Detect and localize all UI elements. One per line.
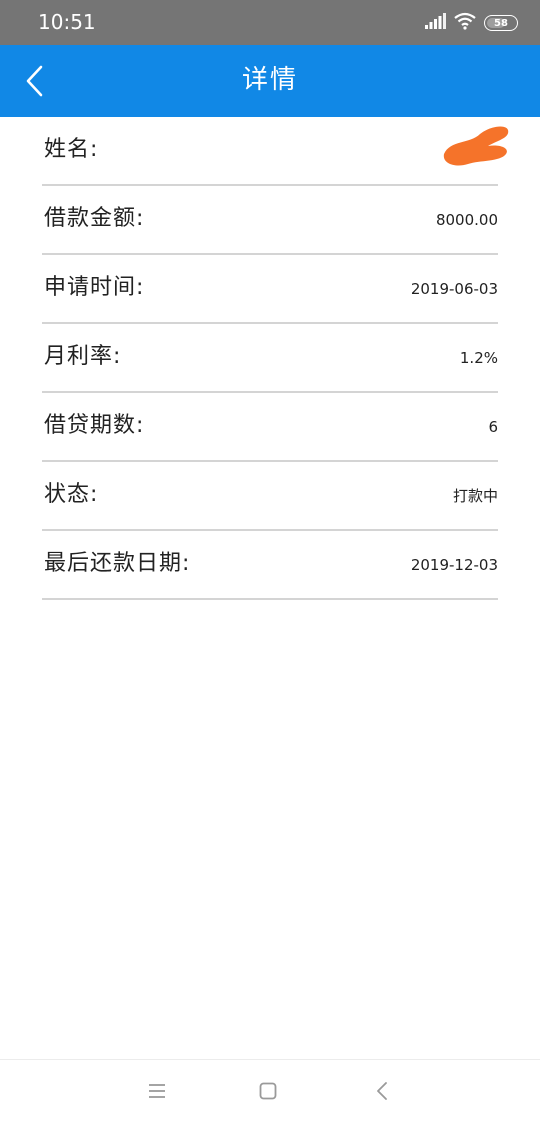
back-icon — [377, 1082, 387, 1100]
detail-label: 状态: — [44, 482, 99, 507]
detail-value: 6 — [488, 418, 498, 436]
detail-label: 借贷期数: — [44, 413, 145, 438]
home-button[interactable] — [253, 1076, 283, 1106]
detail-list: 姓名: 借款金额: 8000.00 申请时间: 2019-06-03 月利率: … — [42, 117, 509, 600]
detail-row-last-repayment-date: 最后还款日期: 2019-12-03 — [42, 531, 498, 600]
redaction-scribble — [443, 126, 509, 166]
battery-level: 58 — [494, 17, 508, 29]
detail-row-name: 姓名: — [42, 117, 509, 186]
detail-row-loan-amount: 借款金额: 8000.00 — [42, 186, 498, 255]
signal-icon — [424, 13, 446, 33]
detail-label: 最后还款日期: — [44, 551, 191, 576]
detail-label: 姓名: — [44, 137, 99, 162]
detail-label: 申请时间: — [44, 275, 145, 300]
detail-value: 2019-06-03 — [410, 280, 498, 298]
detail-row-application-time: 申请时间: 2019-06-03 — [42, 255, 498, 324]
status-icons: 58 — [424, 12, 518, 34]
status-bar: 10:51 58 — [0, 0, 540, 45]
system-nav-bar — [0, 1059, 540, 1125]
menu-button[interactable] — [142, 1076, 172, 1106]
app-bar: 详情 — [0, 45, 540, 117]
detail-value: 打款中 — [452, 487, 498, 505]
detail-row-status: 状态: 打款中 — [42, 462, 498, 531]
detail-value: 8000.00 — [435, 211, 498, 229]
battery-icon: 58 — [484, 15, 518, 31]
menu-icon — [149, 1084, 165, 1098]
page-title: 详情 — [241, 65, 298, 95]
status-time: 10:51 — [38, 10, 96, 34]
home-square-icon — [259, 1082, 277, 1100]
wifi-icon — [454, 12, 476, 34]
detail-row-loan-periods: 借贷期数: 6 — [42, 393, 498, 462]
detail-label: 借款金额: — [44, 206, 145, 231]
detail-row-monthly-rate: 月利率: 1.2% — [42, 324, 498, 393]
detail-value: 1.2% — [459, 349, 498, 367]
detail-value: 2019-12-03 — [410, 556, 498, 574]
system-back-button[interactable] — [367, 1076, 397, 1106]
detail-label: 月利率: — [44, 344, 122, 369]
